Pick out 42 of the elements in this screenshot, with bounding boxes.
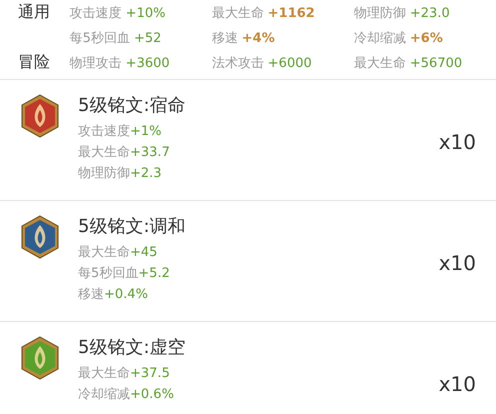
inscription-title: 5级铭文:宿命: [78, 94, 187, 118]
count-label: x10: [438, 372, 476, 396]
stat-label: 移速: [212, 30, 238, 46]
stat-label: 最大生命: [78, 145, 130, 160]
stat-value: +1%: [130, 124, 162, 139]
stat-label: 法术攻击: [212, 56, 264, 70]
stat-label: 物理防御: [354, 6, 406, 20]
stat-value: +0.4%: [104, 287, 148, 302]
stat-value: +45: [130, 245, 158, 260]
stat-label: 每5秒回血: [70, 30, 130, 46]
stat-label: 冷却缩减: [78, 387, 130, 402]
stat-label: 冷却缩减: [354, 30, 406, 46]
stat-label: 物理防御: [78, 166, 130, 181]
stat-label: 最大生命: [212, 6, 264, 20]
count-label: x10: [438, 251, 476, 275]
stat-label: 最大生命: [78, 245, 130, 260]
stat-value: +0.6%: [130, 387, 174, 402]
stat-value: +56700: [410, 56, 462, 70]
stat-value: +2.3: [130, 166, 162, 181]
stat-value: +37.5: [130, 366, 170, 381]
stat-label: 物理攻击: [70, 56, 122, 70]
stat-label: 攻击速度: [78, 124, 130, 139]
stat-label: 最大生命: [354, 56, 406, 70]
stat-value: +6%: [410, 30, 443, 46]
stat-value: +1162: [268, 6, 315, 20]
stat-label: 移速: [78, 287, 104, 302]
count-label: x10: [438, 130, 476, 154]
stat-label: 每5秒回血: [78, 266, 138, 281]
stat-value: +5.2: [138, 266, 170, 281]
stat-value: +23.0: [410, 6, 450, 20]
stat-value: +6000: [268, 56, 312, 70]
stat-value: +33.7: [130, 145, 170, 160]
stat-value: +52: [134, 30, 162, 46]
stat-label: 最大生命: [78, 366, 130, 381]
stat-value: +4%: [242, 30, 275, 46]
stat-value: +10%: [126, 6, 166, 20]
category-label: 通用: [17, 2, 51, 23]
category-label: 冒险: [17, 52, 51, 73]
stat-label: 攻击速度: [70, 6, 122, 20]
inscription-title: 5级铭文:调和: [78, 215, 187, 239]
inscription-title: 5级铭文:虚空: [78, 336, 187, 360]
stat-value: +3600: [126, 56, 170, 70]
